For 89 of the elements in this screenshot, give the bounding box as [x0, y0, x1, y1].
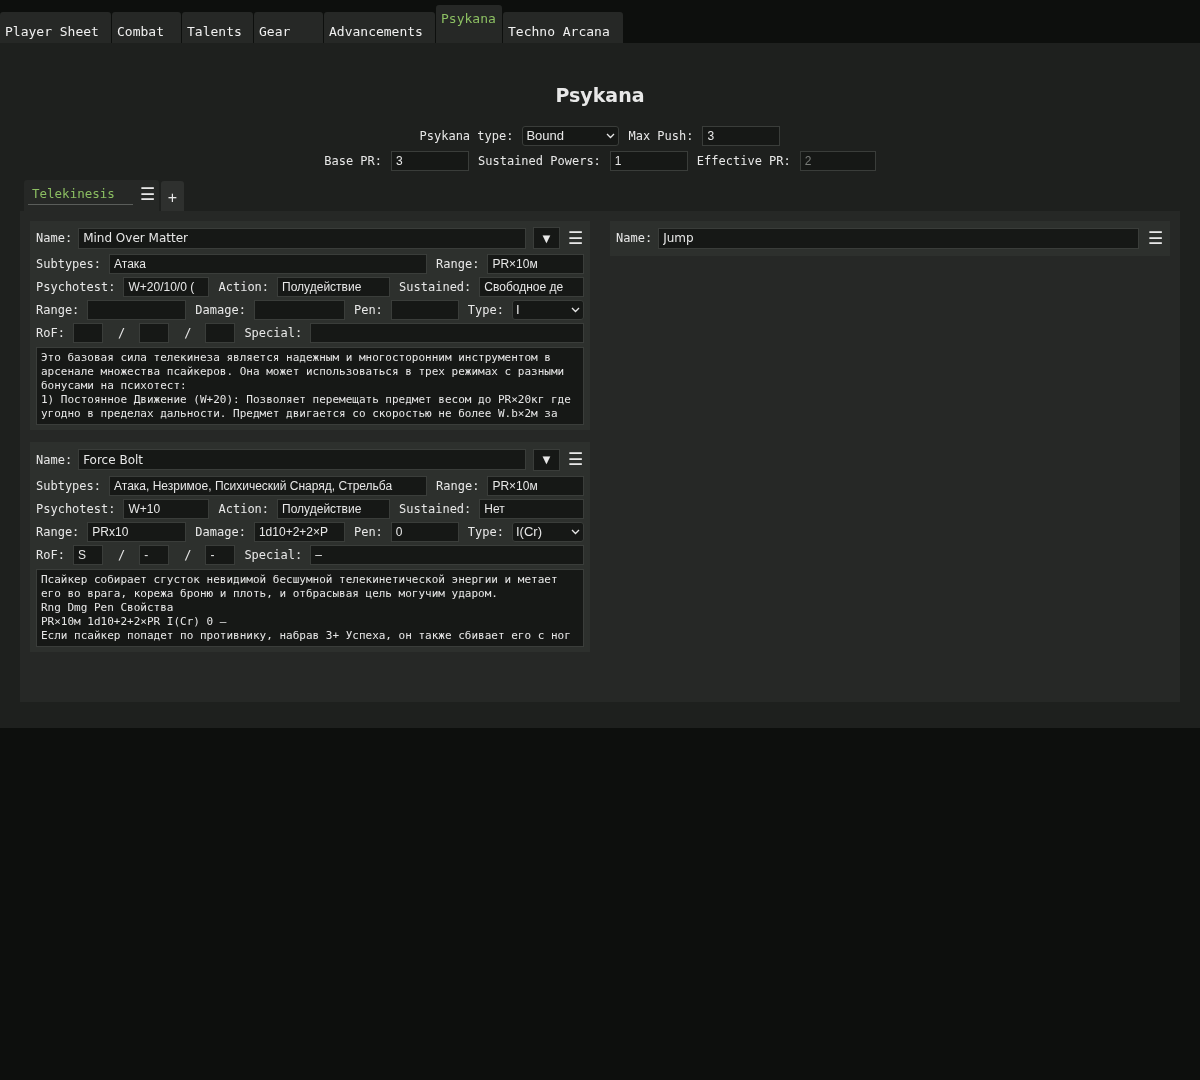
discipline-tab[interactable]: Telekinesis: [28, 185, 133, 205]
input-field[interactable]: PRx10: [87, 521, 187, 542]
input-field[interactable]: PR×10м: [487, 475, 584, 496]
field-label: Range:: [36, 302, 80, 319]
field-label: Damage:: [195, 302, 246, 319]
dropdown-field[interactable]: I: [511, 300, 584, 320]
input-field[interactable]: -: [205, 544, 236, 565]
tab[interactable]: Gear: [254, 12, 323, 43]
menu-icon[interactable]: ☰: [568, 225, 583, 251]
input-field[interactable]: [87, 300, 187, 320]
tab[interactable]: Player Sheet: [0, 12, 111, 43]
tab[interactable]: Psykana: [436, 5, 502, 43]
field-label: Effective PR:: [696, 152, 791, 170]
input-field[interactable]: 0: [390, 521, 459, 542]
field-label: Type:: [467, 523, 504, 541]
chevron-icon: [571, 307, 580, 313]
field-label: Sustained:: [399, 279, 472, 296]
input-field[interactable]: 3: [702, 125, 781, 146]
field-label: Psykana type:: [419, 127, 514, 145]
input-field: 2: [799, 150, 876, 171]
input-field[interactable]: [253, 300, 345, 320]
field-label: /: [117, 546, 126, 564]
field-label: Sustained:: [399, 500, 472, 518]
field-label: Special:: [244, 325, 303, 342]
input-field[interactable]: [310, 323, 584, 343]
field-label: Sustained Powers:: [478, 152, 601, 170]
input-field[interactable]: 1d10+2+2×P: [253, 521, 345, 542]
field-label: Pen:: [353, 523, 383, 541]
field-label: Range:: [436, 477, 480, 495]
dropdown-field[interactable]: I(Cr): [511, 521, 584, 542]
tab[interactable]: Combat: [112, 12, 181, 43]
field-label: Psychotest:: [36, 500, 116, 518]
description-field[interactable]: Это базовая сила телекинеза является надежным и многосторонним инструментом в арсенале множества псайкеров. Она может использоваться в трех режимах с разными бонусами на психотест: 1) Постоянное Движение (W+20): Позволяет перемещать предмет весом до PR×20кг где угодно в пределах дальности. Предмет двигается со скоростью не более W.b×2м за: [36, 347, 584, 425]
field-label: Psychotest:: [36, 279, 116, 296]
dropdown-button[interactable]: ▼: [533, 448, 560, 471]
input-field[interactable]: Атака, Незримое, Психический Снаряд, Стрельба: [109, 475, 428, 496]
input-field[interactable]: Полудействие: [277, 277, 391, 297]
tab[interactable]: Techno Arcana: [503, 12, 623, 43]
field-label: Max Push:: [628, 127, 694, 145]
input-field[interactable]: S: [72, 544, 103, 565]
tab[interactable]: Talents: [182, 12, 253, 43]
input-field[interactable]: [205, 323, 236, 343]
field-label: Type:: [467, 302, 504, 319]
field-label: /: [184, 325, 192, 342]
field-label: /: [117, 325, 126, 342]
chevron-icon: [571, 528, 580, 535]
field-label: RoF:: [36, 325, 65, 342]
field-label: /: [184, 546, 192, 564]
input-field[interactable]: PR×10м: [487, 254, 584, 274]
input-field[interactable]: [72, 323, 103, 343]
input-field[interactable]: –: [310, 544, 584, 565]
input-field[interactable]: [390, 300, 459, 320]
field-label: Base PR:: [324, 152, 382, 170]
field-label: Range:: [436, 256, 480, 273]
field-label: RoF:: [36, 546, 65, 564]
field-label: Range:: [36, 523, 80, 541]
input-field[interactable]: Force Bolt: [78, 449, 526, 471]
field-label: Action:: [218, 500, 270, 518]
menu-icon[interactable]: ☰: [140, 182, 155, 208]
input-field[interactable]: Полудействие: [277, 498, 391, 519]
input-field[interactable]: Mind Over Matter: [78, 227, 526, 249]
input-field[interactable]: W+20/10/0 (: [123, 277, 210, 297]
description-field[interactable]: Псайкер собирает сгусток невидимой бесшумной телекинетической энергии и метает его во врага, корежа броню и плоть, и отбрасывая цель могучим ударом. Rng Dmg Pen Свойства PR×10м 1d10+2+2×PR I(Cr) 0 – Если псайкер попадет по противнику, набрав 3+ Успеха, он также сбивает его с ног: [36, 568, 584, 647]
input-field[interactable]: Атака: [109, 254, 428, 274]
field-label: Name:: [36, 451, 73, 469]
input-field[interactable]: [139, 323, 170, 343]
input-field[interactable]: 3: [391, 150, 469, 171]
input-field[interactable]: Свободное де: [479, 277, 584, 297]
menu-icon[interactable]: ☰: [1148, 225, 1163, 251]
field-label: Action:: [218, 279, 270, 296]
input-field[interactable]: 1: [609, 150, 688, 171]
field-label: Subtypes:: [36, 477, 102, 495]
field-label: Damage:: [195, 523, 246, 541]
field-label: Subtypes:: [36, 256, 102, 273]
field-label: Name:: [36, 230, 73, 248]
chevron-icon: [606, 132, 616, 139]
tab[interactable]: Advancements: [324, 12, 435, 43]
input-field[interactable]: -: [139, 544, 170, 565]
input-field[interactable]: Нет: [479, 498, 584, 519]
input-field[interactable]: W+10: [123, 498, 210, 519]
dropdown-field[interactable]: Bound: [522, 125, 620, 146]
input-field[interactable]: Jump: [658, 227, 1139, 249]
page-title: Psykana: [555, 83, 645, 108]
dropdown-button[interactable]: ▼: [533, 227, 560, 250]
field-label: Name:: [616, 230, 653, 248]
add-tab-button[interactable]: +: [161, 180, 184, 211]
menu-icon[interactable]: ☰: [568, 447, 583, 473]
field-label: Pen:: [353, 302, 383, 319]
field-label: Special:: [244, 546, 303, 564]
